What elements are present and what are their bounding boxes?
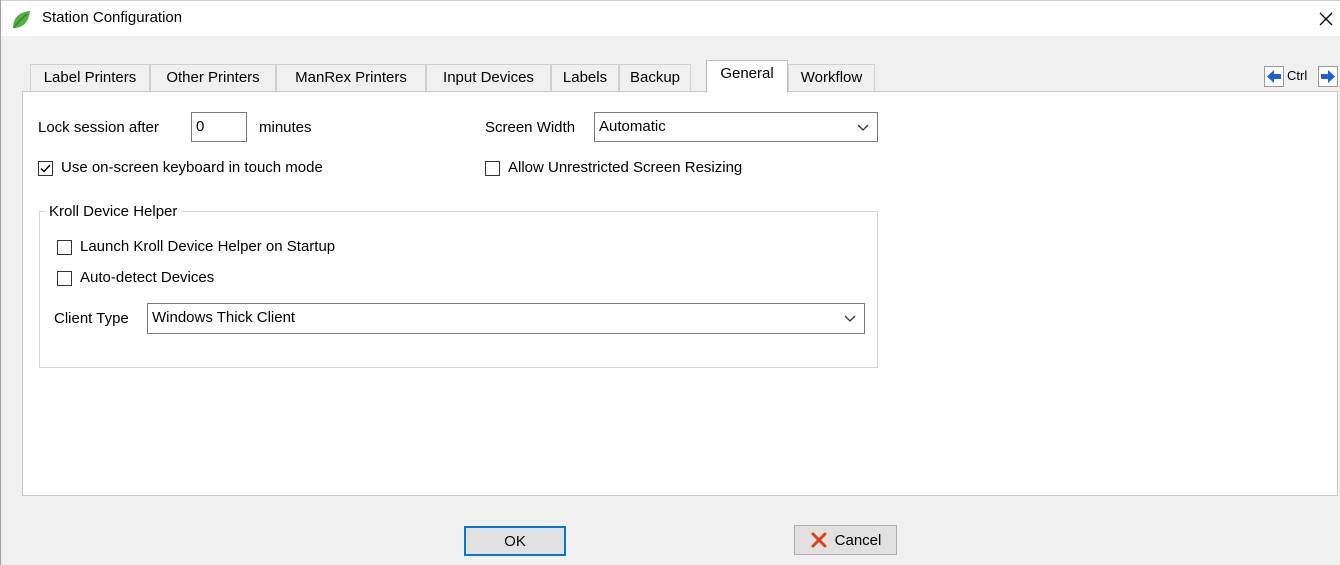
tab-input-devices[interactable]: Input Devices <box>426 64 551 92</box>
x-icon <box>811 532 827 548</box>
onscreen-keyboard-checkbox[interactable] <box>38 161 53 176</box>
kroll-device-helper-group <box>39 211 878 368</box>
ok-button[interactable]: OK <box>464 526 566 556</box>
ok-button-label: OK <box>504 532 526 550</box>
client-type-value: Windows Thick Client <box>152 309 296 326</box>
general-tab-panel: Lock session after 0 minutes Screen Widt… <box>22 91 1338 496</box>
screen-width-select[interactable]: Automatic <box>594 112 878 142</box>
chevron-down-icon <box>857 124 869 131</box>
lock-session-input[interactable]: 0 <box>191 112 247 142</box>
station-configuration-window: Station Configuration Label Printers Oth… <box>0 0 1340 565</box>
tab-manrex-printers[interactable]: ManRex Printers <box>276 64 426 92</box>
launch-kroll-checkbox[interactable] <box>57 240 72 255</box>
tab-other-printers[interactable]: Other Printers <box>150 64 276 92</box>
tab-workflow[interactable]: Workflow <box>788 64 875 92</box>
tab-backup[interactable]: Backup <box>619 64 691 92</box>
kroll-group-title: Kroll Device Helper <box>45 203 182 220</box>
tab-general[interactable]: General <box>706 60 788 93</box>
cancel-button-label: Cancel <box>834 531 882 549</box>
client-type-select[interactable]: Windows Thick Client <box>147 303 865 334</box>
unrestricted-resize-checkbox[interactable] <box>485 161 500 176</box>
lock-session-label: Lock session after <box>38 119 159 136</box>
lock-session-unit: minutes <box>259 119 312 136</box>
title-bar: Station Configuration <box>1 0 1340 36</box>
onscreen-keyboard-label: Use on-screen keyboard in touch mode <box>61 159 323 176</box>
leaf-icon <box>13 11 30 29</box>
checkmark-icon <box>40 164 51 173</box>
chevron-down-icon <box>844 315 856 322</box>
arrow-right-icon <box>1321 70 1335 83</box>
auto-detect-checkbox[interactable] <box>57 271 72 286</box>
unrestricted-resize-label: Allow Unrestricted Screen Resizing <box>508 159 743 176</box>
auto-detect-label: Auto-detect Devices <box>80 269 215 286</box>
ctrl-label: Ctrl <box>1287 68 1308 83</box>
launch-kroll-label: Launch Kroll Device Helper on Startup <box>80 238 336 255</box>
close-button[interactable] <box>1311 1 1340 37</box>
client-type-label: Client Type <box>54 310 129 327</box>
arrow-left-icon <box>1267 70 1281 83</box>
tab-label-printers[interactable]: Label Printers <box>30 64 150 92</box>
screen-width-label: Screen Width <box>485 119 576 136</box>
close-icon <box>1319 12 1333 26</box>
cancel-button[interactable]: Cancel <box>794 525 897 555</box>
window-title: Station Configuration <box>42 9 183 26</box>
tab-labels[interactable]: Labels <box>551 64 619 92</box>
tab-prev-button[interactable] <box>1264 66 1284 87</box>
screen-width-value: Automatic <box>599 118 666 135</box>
tab-next-button[interactable] <box>1318 66 1338 87</box>
